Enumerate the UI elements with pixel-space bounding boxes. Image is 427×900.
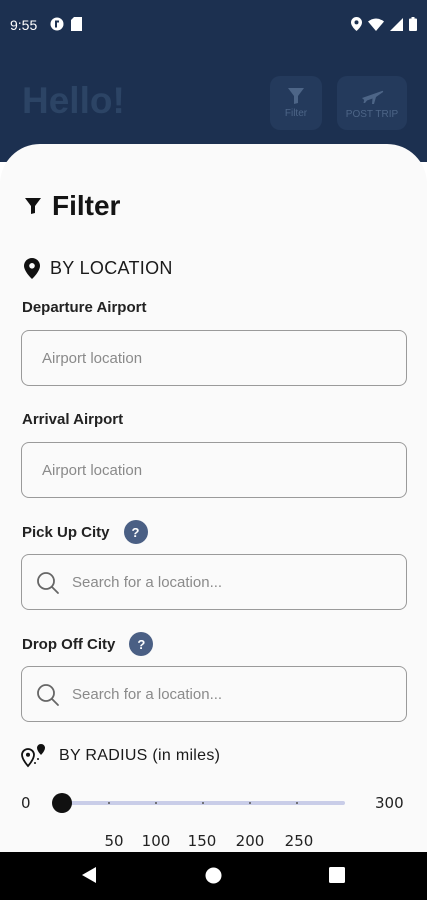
scale-label: 150: [187, 832, 217, 850]
by-location-label: BY LOCATION: [50, 258, 173, 278]
radius-scale-labels: 50 100 150 200 250: [0, 832, 427, 852]
system-nav-bar: [0, 852, 427, 900]
arrival-airport-field[interactable]: [21, 442, 407, 498]
filter-title: Filter: [52, 190, 121, 221]
sd-card-icon: [71, 17, 82, 31]
departure-airport-input[interactable]: [22, 331, 406, 385]
by-location-heading: BY LOCATION: [24, 258, 173, 279]
search-icon: [37, 572, 59, 594]
app-notification-icon: [50, 17, 64, 31]
status-time: 9:55: [10, 17, 38, 33]
slider-thumb[interactable]: [52, 793, 72, 813]
arrival-airport-input[interactable]: [22, 443, 406, 497]
pickup-city-field[interactable]: [21, 554, 407, 610]
search-icon: [37, 684, 59, 706]
location-pin-icon: [24, 258, 40, 279]
slider-tick: [108, 802, 110, 804]
status-bar: 9:55: [0, 0, 427, 52]
recents-icon[interactable]: [329, 867, 345, 883]
scale-label: 100: [141, 832, 171, 850]
header-filter-label: Filter: [284, 108, 308, 119]
by-radius-label: BY RADIUS (in miles): [59, 747, 221, 764]
scale-label: 250: [284, 832, 314, 850]
by-radius-heading: BY RADIUS (in miles): [21, 744, 220, 768]
filter-heading: Filter: [24, 190, 120, 222]
radius-pin-icon: [21, 744, 45, 768]
header-filter-button[interactable]: Filter: [270, 76, 322, 130]
dropoff-city-input[interactable]: [22, 667, 406, 721]
battery-icon: [409, 17, 417, 31]
slider-tick: [249, 802, 251, 804]
departure-airport-label: Departure Airport: [22, 299, 147, 316]
slider-tick: [155, 802, 157, 804]
location-status-icon: [351, 17, 362, 31]
radius-slider[interactable]: 0 300: [0, 790, 427, 816]
home-icon[interactable]: [205, 867, 222, 884]
dropoff-help-button[interactable]: ?: [129, 632, 154, 656]
pickup-city-label-row: Pick Up City ?: [22, 520, 148, 544]
post-trip-label: POST TRIP: [345, 109, 399, 120]
arrival-airport-label: Arrival Airport: [22, 411, 124, 428]
pickup-help-button[interactable]: ?: [123, 520, 148, 544]
post-trip-button[interactable]: POST TRIP: [337, 76, 407, 130]
scale-label: 200: [235, 832, 265, 850]
back-icon[interactable]: [81, 866, 97, 884]
dropoff-city-label-row: Drop Off City ?: [22, 632, 154, 656]
pickup-city-input[interactable]: [22, 555, 406, 609]
filter-icon: [288, 88, 304, 104]
scale-label: 50: [104, 832, 124, 850]
departure-airport-field[interactable]: [21, 330, 407, 386]
slider-tick: [296, 802, 298, 804]
dropoff-city-field[interactable]: [21, 666, 407, 722]
pickup-city-label: Pick Up City: [22, 523, 110, 541]
radius-max-label: 300: [375, 794, 404, 812]
signal-icon: [390, 17, 403, 31]
filter-icon: [25, 198, 41, 214]
greeting-title: Hello!: [22, 80, 125, 121]
dropoff-city-label: Drop Off City: [22, 635, 116, 653]
slider-tick: [202, 802, 204, 804]
radius-min-label: 0: [21, 794, 31, 812]
wifi-icon: [368, 18, 384, 31]
airplane-icon: [362, 90, 384, 104]
